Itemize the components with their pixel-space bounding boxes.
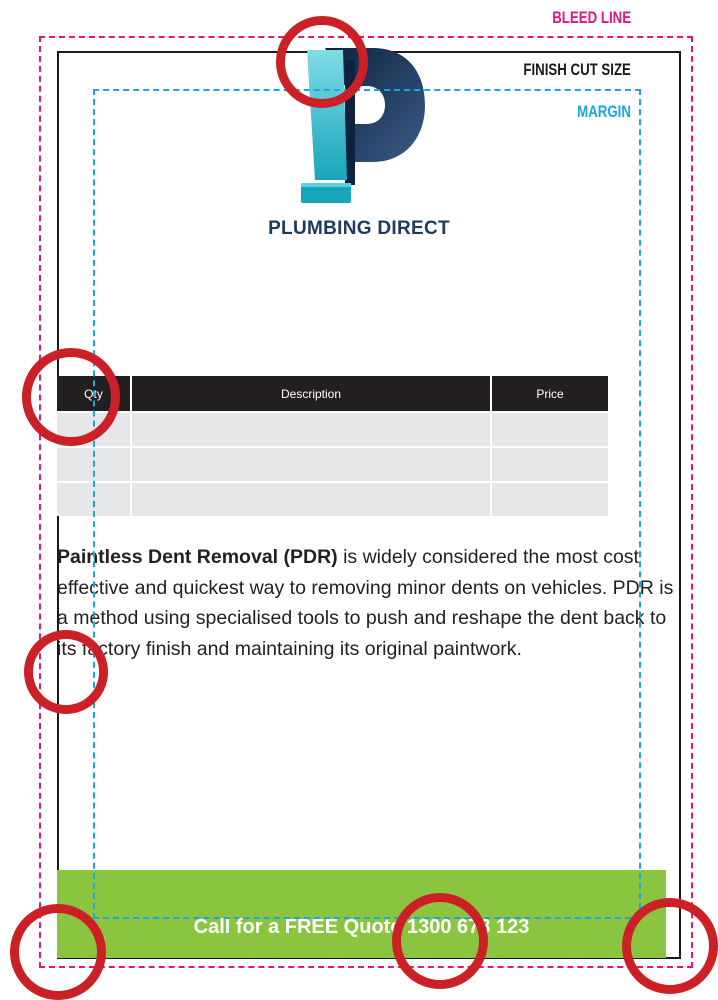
annotation-circle xyxy=(22,348,120,446)
annotation-circle xyxy=(10,904,106,1000)
annotation-circle xyxy=(276,16,368,108)
margin-guide xyxy=(93,89,641,919)
annotation-circle xyxy=(622,898,718,994)
bleed-line-label: BLEED LINE xyxy=(552,8,631,27)
annotation-circle xyxy=(392,893,488,989)
annotation-circle xyxy=(24,630,108,714)
finish-cut-label: FINISH CUT SIZE xyxy=(523,60,631,79)
cta-text: Call for a FREE Quote 1300 678 123 xyxy=(193,916,530,938)
